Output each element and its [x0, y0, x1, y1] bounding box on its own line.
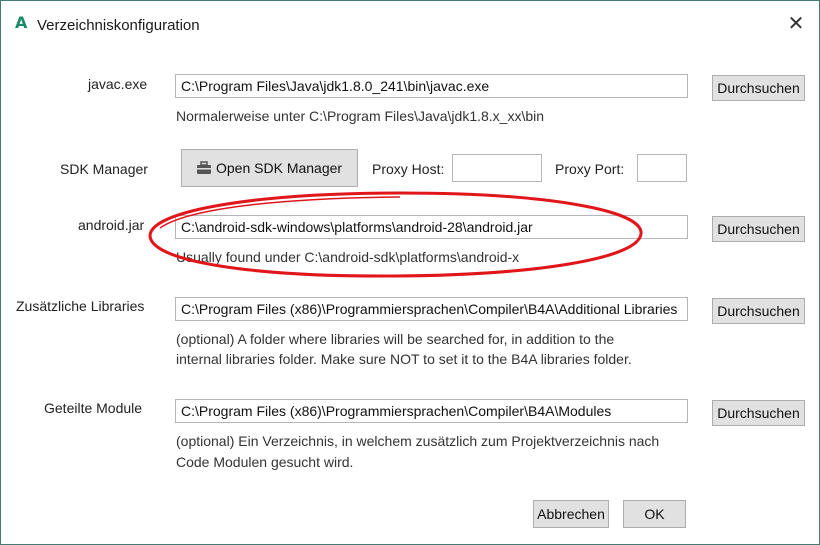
close-icon[interactable]: ✕ — [781, 9, 811, 39]
android-jar-path-field[interactable]: C:\android-sdk-windows\platforms\android… — [175, 215, 688, 239]
libraries-hint-line1: (optional) A folder where libraries will… — [176, 331, 615, 347]
proxy-port-input[interactable] — [637, 154, 687, 182]
app-icon: A — [15, 13, 28, 32]
window-title: Verzeichniskonfiguration — [37, 17, 200, 34]
modules-browse-button[interactable]: Durchsuchen — [712, 400, 805, 426]
cancel-button[interactable]: Abbrechen — [533, 500, 609, 528]
modules-hint-line2: Code Modulen gesucht wird. — [176, 454, 354, 470]
toolbox-icon — [197, 161, 211, 174]
proxy-port-label: Proxy Port: — [555, 161, 625, 177]
libraries-label: Zusätzliche Libraries — [16, 298, 145, 314]
modules-path-field[interactable]: C:\Program Files (x86)\Programmiersprach… — [175, 399, 688, 423]
modules-label: Geteilte Module — [44, 400, 143, 416]
sdk-manager-label: SDK Manager — [60, 161, 148, 177]
open-sdk-manager-button[interactable]: Open SDK Manager — [181, 149, 358, 187]
proxy-host-input[interactable] — [452, 154, 542, 182]
open-sdk-manager-label: Open SDK Manager — [216, 160, 343, 176]
modules-hint-line1: (optional) Ein Verzeichnis, in welchem z… — [176, 433, 660, 449]
libraries-path-field[interactable]: C:\Program Files (x86)\Programmiersprach… — [175, 297, 688, 321]
android-jar-hint: Usually found under C:\android-sdk\platf… — [176, 249, 520, 265]
javac-path-field[interactable]: C:\Program Files\Java\jdk1.8.0_241\bin\j… — [175, 74, 688, 98]
javac-hint: Normalerweise unter C:\Program Files\Jav… — [176, 108, 545, 124]
libraries-hint-line2: internal libraries folder. Make sure NOT… — [176, 351, 632, 367]
proxy-host-label: Proxy Host: — [372, 161, 445, 177]
ok-button[interactable]: OK — [623, 500, 686, 528]
android-jar-browse-button[interactable]: Durchsuchen — [712, 216, 805, 242]
title-bar: A Verzeichniskonfiguration ✕ — [1, 1, 819, 49]
javac-label: javac.exe — [88, 76, 148, 92]
libraries-browse-button[interactable]: Durchsuchen — [712, 298, 805, 324]
javac-browse-button[interactable]: Durchsuchen — [712, 75, 805, 101]
android-jar-label: android.jar — [78, 217, 145, 233]
